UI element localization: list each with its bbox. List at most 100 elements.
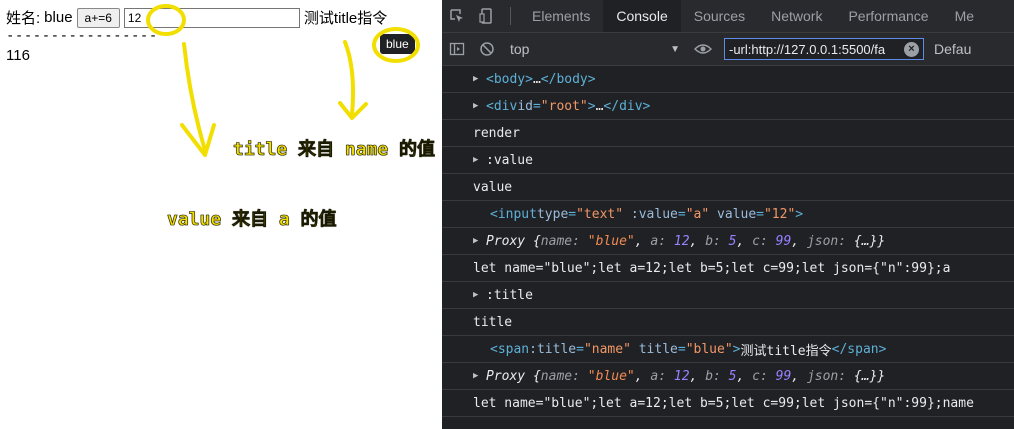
tab-performance[interactable]: Performance bbox=[835, 0, 941, 32]
eye-icon[interactable] bbox=[688, 33, 718, 65]
expand-caret-icon[interactable]: ▶ bbox=[473, 290, 483, 300]
log-eval-string: let name="blue";let a=12;let b=5;let c=9… bbox=[473, 395, 974, 411]
proxy-key: b: bbox=[705, 233, 721, 249]
proxy-value: 99 bbox=[775, 233, 792, 249]
value-arrow-head bbox=[180, 123, 216, 157]
proxy-key: json: bbox=[806, 368, 847, 384]
input-bind-val: "a" bbox=[685, 206, 710, 222]
proxy-key: c: bbox=[752, 233, 768, 249]
proxy-key: name: bbox=[540, 233, 580, 249]
span-tag-close: </span> bbox=[831, 341, 887, 357]
expand-caret-icon[interactable]: ▶ bbox=[473, 371, 483, 381]
result-number: 116 bbox=[6, 47, 30, 64]
div-tag-close: </div> bbox=[603, 98, 651, 114]
tab-more[interactable]: Me bbox=[942, 0, 987, 32]
device-toggle-icon[interactable] bbox=[472, 0, 502, 32]
proxy-key: c: bbox=[752, 368, 768, 384]
console-line[interactable]: <span :title = "name" title = "blue" > 测试title… bbox=[442, 336, 1014, 363]
div-gt: > bbox=[587, 98, 596, 114]
proxy-key: json: bbox=[806, 233, 847, 249]
input-type-attr: type bbox=[536, 206, 569, 222]
console-line[interactable]: <input type = "text" :value = "a" value = "12"… bbox=[442, 201, 1014, 228]
expand-caret-icon[interactable]: ▶ bbox=[473, 101, 483, 111]
separator-dashes: ----------------- bbox=[6, 28, 158, 44]
proxy-value: {…} bbox=[853, 368, 878, 384]
increment-button[interactable]: a+=6 bbox=[76, 7, 120, 28]
log-title-directive: :title bbox=[486, 287, 533, 303]
console-line[interactable]: ▶ Proxy {name: "blue", a: 12, b: 5, c: 9… bbox=[442, 363, 1014, 390]
body-ellipsis: … bbox=[532, 71, 541, 87]
proxy-key: a: bbox=[650, 368, 667, 384]
chevron-down-icon: ▼ bbox=[670, 43, 680, 55]
proxy-value: 12 bbox=[673, 233, 690, 249]
expand-caret-icon[interactable]: ▶ bbox=[473, 236, 483, 246]
devtools-tabbar: Elements Console Sources Network Perform… bbox=[442, 0, 1014, 33]
name-value: blue bbox=[44, 9, 73, 26]
console-filter-input[interactable]: -url:http://127.0.0.1:5500/fa × bbox=[724, 38, 924, 60]
devtools-panel: Elements Console Sources Network Perform… bbox=[442, 0, 1014, 429]
context-selector[interactable]: top ▼ bbox=[502, 41, 688, 57]
form-row: 姓名: blue a+=6 测试title指令 bbox=[6, 7, 387, 28]
toolbar-separator bbox=[510, 7, 511, 25]
value-input[interactable] bbox=[123, 7, 300, 28]
console-toolbar: top ▼ -url:http://127.0.0.1:5500/fa × De… bbox=[442, 33, 1014, 66]
input-bind-attr: :value bbox=[630, 206, 678, 222]
console-line[interactable]: ▶ <div id = "root" >… </div> bbox=[442, 93, 1014, 120]
span-tag-open: <span bbox=[490, 341, 530, 357]
tab-sources[interactable]: Sources bbox=[681, 0, 758, 32]
log-eval-string: let name="blue";let a=12;let b=5;let c=9… bbox=[473, 260, 951, 276]
input-tag-open: <input bbox=[490, 206, 537, 222]
proxy-value: 99 bbox=[775, 368, 792, 384]
console-line: let name="blue";let a=12;let b=5;let c=9… bbox=[442, 390, 1014, 417]
proxy-value: 5 bbox=[728, 233, 737, 249]
console-line[interactable]: ▶ <body>… </body> bbox=[442, 66, 1014, 93]
value-arrow-line bbox=[182, 42, 207, 152]
sidebar-toggle-icon[interactable] bbox=[442, 33, 472, 65]
proxy-suffix: } bbox=[877, 233, 886, 249]
console-line: value bbox=[442, 174, 1014, 201]
body-tag-close: </body> bbox=[540, 71, 596, 87]
console-line[interactable]: ▶:title bbox=[442, 282, 1014, 309]
console-line[interactable]: ▶:value bbox=[442, 147, 1014, 174]
input-type-val: "text" bbox=[576, 206, 624, 222]
console-output: ▶ <body>… </body> ▶ <div id = "root" >… </div… bbox=[442, 66, 1014, 417]
proxy-value: {…} bbox=[853, 233, 878, 249]
value-input-field[interactable] bbox=[127, 8, 296, 27]
span-title-val: "blue" bbox=[685, 341, 733, 357]
console-line[interactable]: ▶ Proxy {name: "blue", a: 12, b: 5, c: 9… bbox=[442, 228, 1014, 255]
rendered-page: 姓名: blue a+=6 测试title指令 ----------------… bbox=[0, 0, 442, 429]
tab-network[interactable]: Network bbox=[758, 0, 835, 32]
name-label: 姓名: bbox=[6, 10, 41, 27]
log-levels-dropdown[interactable]: Defau bbox=[934, 41, 971, 57]
expand-caret-icon[interactable]: ▶ bbox=[473, 155, 483, 165]
console-line: let name="blue";let a=12;let b=5;let c=9… bbox=[442, 255, 1014, 282]
span-bind-attr: :title bbox=[529, 341, 577, 357]
title-tooltip: blue bbox=[380, 34, 415, 54]
log-title: title bbox=[473, 314, 513, 330]
proxy-key: name: bbox=[540, 368, 580, 384]
tab-elements[interactable]: Elements bbox=[519, 0, 603, 32]
proxy-value: "blue" bbox=[587, 233, 635, 249]
span-gt: > bbox=[732, 341, 741, 357]
console-line: title bbox=[442, 309, 1014, 336]
body-tag-open: <body> bbox=[486, 71, 533, 87]
clear-console-icon[interactable] bbox=[472, 33, 502, 65]
proxy-key: b: bbox=[705, 368, 721, 384]
tab-console[interactable]: Console bbox=[603, 0, 681, 32]
console-line: render bbox=[442, 120, 1014, 147]
span-title-attr: title bbox=[638, 341, 678, 357]
expand-caret-icon[interactable]: ▶ bbox=[473, 74, 483, 84]
span-text: 测试title指令 bbox=[740, 343, 832, 359]
input-value-attr: value bbox=[717, 206, 757, 222]
log-value: value bbox=[473, 179, 513, 195]
span-bind-val: "name" bbox=[583, 341, 631, 357]
div-ellipsis: … bbox=[595, 98, 604, 114]
proxy-value: 5 bbox=[728, 368, 737, 384]
title-annotation: title 来自 name 的值 bbox=[233, 139, 436, 161]
context-label: top bbox=[510, 41, 530, 57]
clear-filter-icon[interactable]: × bbox=[904, 41, 919, 57]
inspect-element-icon[interactable] bbox=[442, 0, 472, 32]
title-test-text: 测试title指令 bbox=[303, 10, 388, 27]
title-arrow-line bbox=[343, 40, 356, 117]
proxy-suffix: } bbox=[877, 368, 886, 384]
